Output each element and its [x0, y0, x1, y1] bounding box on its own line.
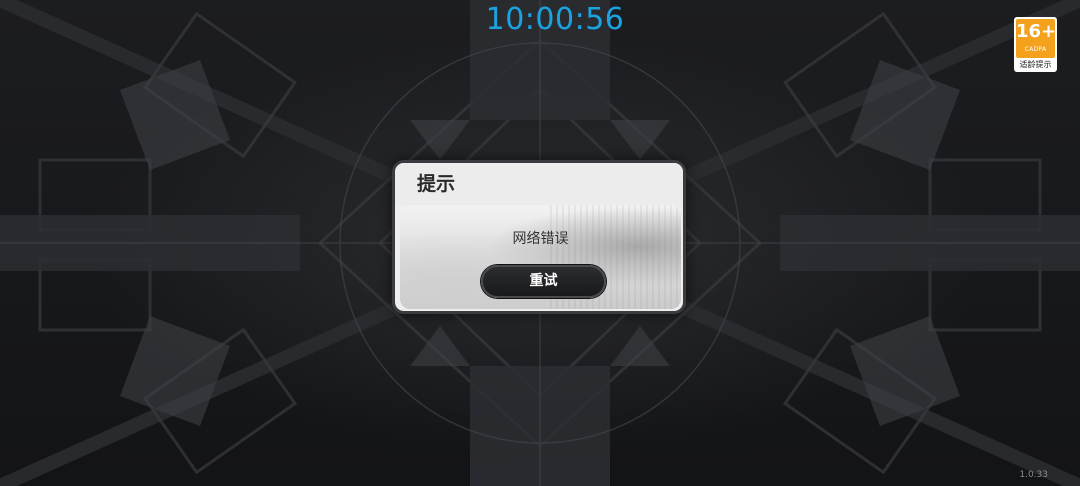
age-rating-badge-icon: 16+ CADPA 适龄提示 — [1014, 17, 1057, 72]
alert-dialog: 提示 网络错误 重试 — [392, 160, 686, 314]
dialog-message: 网络错误 — [512, 231, 569, 247]
clock-time: 10:00:56 — [485, 2, 625, 37]
age-rating-box: 16+ CADPA — [1016, 19, 1057, 58]
dialog-header: 提示 — [395, 163, 683, 205]
dialog-body: 网络错误 重试 — [400, 205, 681, 309]
dialog-title: 提示 — [417, 173, 456, 195]
game-screen: 10:00:56 16+ CADPA 适龄提示 提示 网络错误 重试 1.0.3… — [0, 0, 1080, 486]
version-label: 1.0.33 — [1019, 470, 1048, 480]
age-rating-caption: 适龄提示 — [1019, 60, 1052, 69]
age-rating-value: 16+ — [1016, 21, 1057, 42]
retry-button[interactable]: 重试 — [481, 265, 606, 298]
age-rating-org: CADPA — [1024, 46, 1047, 53]
